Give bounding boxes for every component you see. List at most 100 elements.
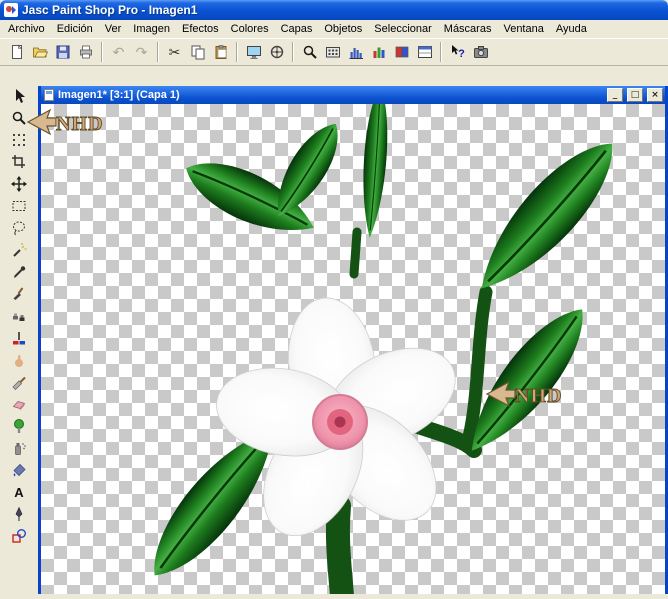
- zoom-magnifier-icon: [12, 111, 26, 125]
- magic-wand-icon: [13, 242, 27, 257]
- menu-item-objetos[interactable]: Objetos: [318, 21, 368, 37]
- tool-crop-button[interactable]: [5, 151, 33, 172]
- cut-button[interactable]: ✂: [163, 41, 186, 64]
- tool-dropper-button[interactable]: [5, 261, 33, 282]
- nhd-watermark-stamp: NHD: [485, 380, 561, 407]
- paste-clipboard-icon: [215, 45, 226, 59]
- stamp-text: NHD: [515, 385, 561, 407]
- toolbar-separator: [292, 42, 294, 62]
- histogram-icon: [349, 48, 363, 59]
- tool-retouch-button[interactable]: [5, 349, 33, 370]
- menu-item-efectos[interactable]: Efectos: [176, 21, 225, 37]
- close-button[interactable]: ×: [647, 88, 663, 102]
- menu-item-ventana[interactable]: Ventana: [497, 21, 549, 37]
- save-button[interactable]: [51, 41, 74, 64]
- normal-viewing-button[interactable]: [265, 41, 288, 64]
- menu-bar: Archivo Edición Ver Imagen Efectos Color…: [0, 20, 668, 38]
- monitor-icon: [246, 46, 261, 59]
- paste-button[interactable]: [209, 41, 232, 64]
- mover-arrows-icon: [11, 175, 27, 192]
- capture-button[interactable]: [469, 41, 492, 64]
- toolbar-separator: [157, 42, 159, 62]
- menu-item-edicion[interactable]: Edición: [51, 21, 99, 37]
- layer-palette-button[interactable]: [413, 41, 436, 64]
- open-button[interactable]: [28, 41, 51, 64]
- arrow-cursor-icon: [16, 88, 25, 103]
- svg-text:?: ?: [458, 48, 465, 60]
- tool-paintbrush-button[interactable]: [5, 283, 33, 304]
- document-icon: [44, 89, 54, 101]
- menu-item-capas[interactable]: Capas: [275, 21, 319, 37]
- flood-fill-icon: [13, 463, 26, 476]
- full-screen-preview-button[interactable]: [242, 41, 265, 64]
- restore-icon: □: [630, 90, 640, 100]
- camera-icon: [473, 46, 488, 58]
- open-folder-icon: [32, 47, 48, 58]
- menu-item-archivo[interactable]: Archivo: [2, 21, 51, 37]
- tool-magic-wand-button[interactable]: [5, 239, 33, 260]
- app-title-bar[interactable]: Jasc Paint Shop Pro - Imagen1: [0, 0, 668, 20]
- menu-item-colores[interactable]: Colores: [225, 21, 275, 37]
- tool-clone-brush-button[interactable]: [5, 305, 33, 326]
- tool-airbrush-button[interactable]: [5, 437, 33, 458]
- tool-preset-shapes-button[interactable]: [5, 525, 33, 546]
- color-bars-icon: [373, 47, 384, 58]
- layer-window-icon: [417, 46, 432, 58]
- cut-scissors-icon: ✂: [168, 44, 181, 60]
- new-button[interactable]: [5, 41, 28, 64]
- color-replacer-icon: [13, 331, 25, 344]
- canvas[interactable]: [41, 84, 665, 599]
- toggle-palette-button[interactable]: [390, 41, 413, 64]
- print-icon: [79, 45, 92, 59]
- save-floppy-icon: [56, 45, 69, 59]
- crop-icon: [12, 154, 25, 168]
- tool-draw-button[interactable]: [5, 503, 33, 524]
- toolbar-separator: [101, 42, 103, 62]
- tool-color-replacer-button[interactable]: [5, 327, 33, 348]
- menu-item-imagen[interactable]: Imagen: [127, 21, 176, 37]
- preset-shapes-icon: [12, 528, 26, 543]
- restore-button[interactable]: □: [627, 88, 643, 102]
- picture-tube-icon: [14, 418, 24, 433]
- tool-text-button[interactable]: A: [5, 481, 33, 502]
- tool-eraser-button[interactable]: [5, 393, 33, 414]
- color-histogram-button[interactable]: [367, 41, 390, 64]
- minimize-button[interactable]: _: [607, 88, 623, 102]
- dropper-icon: [14, 265, 26, 278]
- leaves: [132, 84, 634, 594]
- tool-freehand-selection-button[interactable]: [5, 217, 33, 238]
- tool-selection-button[interactable]: [5, 195, 33, 216]
- context-help-button[interactable]: ?: [446, 41, 469, 64]
- magnifier-icon: [303, 45, 317, 59]
- menu-item-seleccionar[interactable]: Seleccionar: [368, 21, 437, 37]
- copy-icon: [191, 45, 204, 60]
- menu-item-ayuda[interactable]: Ayuda: [550, 21, 593, 37]
- retouch-hand-icon: [15, 354, 23, 367]
- copy-button[interactable]: [186, 41, 209, 64]
- document-title-bar[interactable]: Imagen1* [3:1] (Capa 1) _ □ ×: [41, 86, 665, 104]
- zoom-toolbar-button[interactable]: [298, 41, 321, 64]
- close-icon: ×: [651, 90, 659, 100]
- redo-button[interactable]: ↷: [130, 41, 153, 64]
- minimize-icon: _: [612, 90, 618, 100]
- stamp-arrow-icon: [26, 108, 57, 136]
- tool-arrow-button[interactable]: [5, 85, 33, 106]
- new-file-icon: [11, 44, 22, 59]
- undo-button[interactable]: ↶: [107, 41, 130, 64]
- help-arrow-icon: ?: [451, 45, 465, 60]
- print-button[interactable]: [74, 41, 97, 64]
- lasso-icon: [13, 221, 25, 235]
- toolbar-separator: [440, 42, 442, 62]
- svg-text:A: A: [14, 485, 24, 500]
- numeric-edit-button[interactable]: [321, 41, 344, 64]
- undo-icon: ↶: [112, 44, 125, 60]
- tool-flood-fill-button[interactable]: [5, 459, 33, 480]
- menu-item-ver[interactable]: Ver: [99, 21, 128, 37]
- tool-picture-tube-button[interactable]: [5, 415, 33, 436]
- tool-mover-button[interactable]: [5, 173, 33, 194]
- wheel-icon: [270, 45, 283, 59]
- pen-nib-icon: [15, 506, 23, 521]
- histogram-button[interactable]: [344, 41, 367, 64]
- tool-scratch-remover-button[interactable]: [5, 371, 33, 392]
- menu-item-mascaras[interactable]: Máscaras: [438, 21, 498, 37]
